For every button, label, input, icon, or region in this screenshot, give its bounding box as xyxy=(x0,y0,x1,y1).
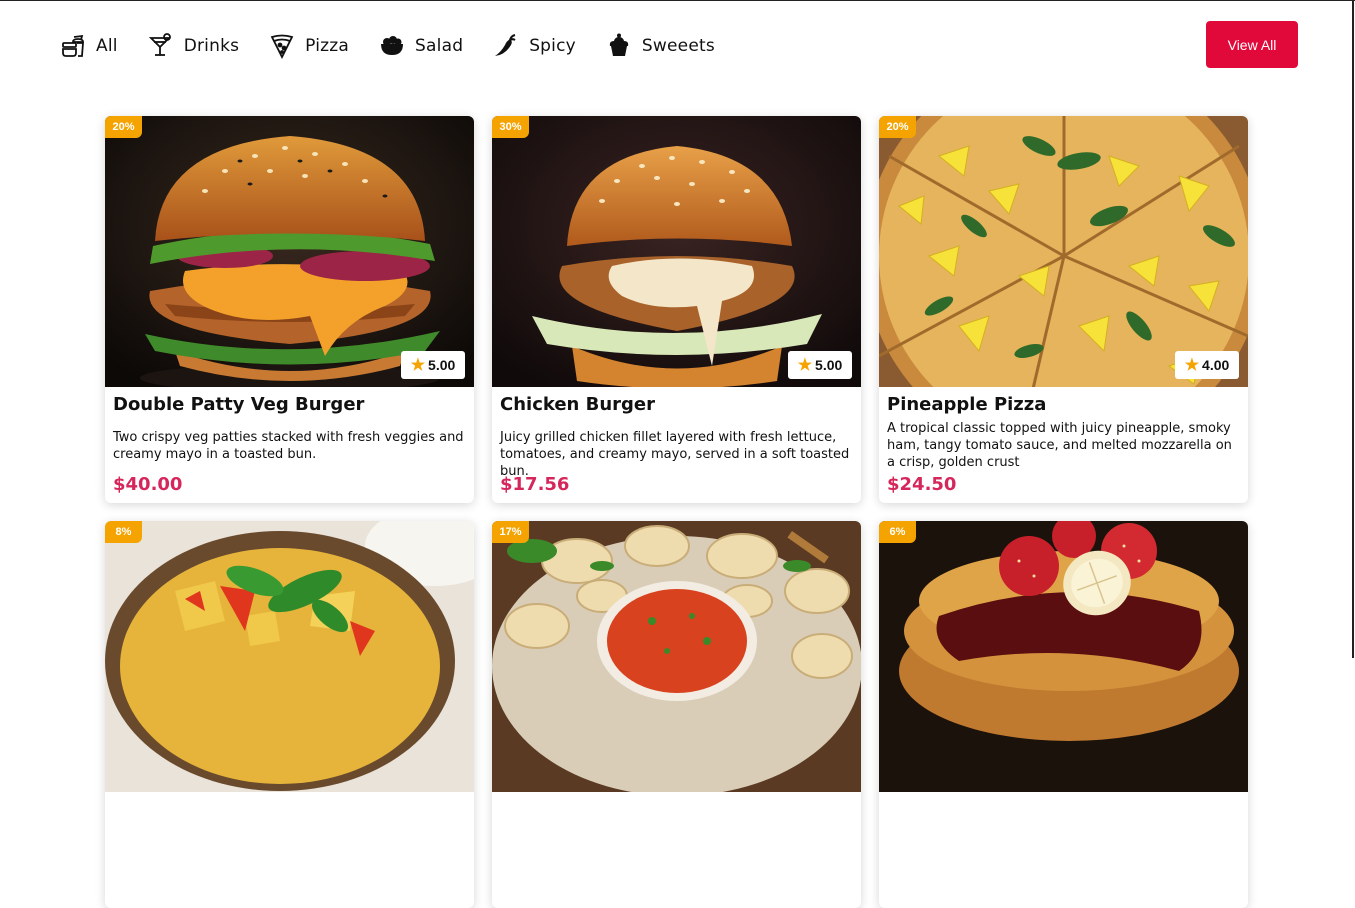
category-nav: All Drinks Pizza Salad Spicy Sweeets xyxy=(60,28,745,64)
product-description: A tropical classic topped with juicy pin… xyxy=(887,421,1232,470)
product-image: 20% ★ 4.00 xyxy=(879,116,1248,387)
category-label: Sweeets xyxy=(641,36,715,56)
product-description: Two crispy veg patties stacked with fres… xyxy=(113,430,464,462)
star-icon: ★ xyxy=(1184,357,1200,374)
view-all-button[interactable]: View All xyxy=(1206,21,1298,68)
chili-pepper-icon xyxy=(495,34,516,56)
category-label: Drinks xyxy=(183,36,240,56)
product-image: 17% xyxy=(492,521,861,792)
category-label: Spicy xyxy=(529,36,576,56)
rating-value: 4.00 xyxy=(1202,357,1230,373)
product-card[interactable]: 20% ★ 5.00 Double Patty Veg Burger Two c… xyxy=(105,116,474,503)
rating-badge: ★ 5.00 xyxy=(788,351,852,379)
discount-badge: 17% xyxy=(492,521,529,543)
product-title[interactable]: Pineapple Pizza xyxy=(887,394,1046,415)
product-price: $24.50 xyxy=(887,474,957,495)
category-all[interactable]: All xyxy=(60,33,118,59)
category-pizza[interactable]: Pizza xyxy=(269,33,349,59)
discount-badge: 20% xyxy=(879,116,916,138)
pizza-slice-icon xyxy=(270,34,294,59)
discount-badge: 30% xyxy=(492,116,529,138)
fast-food-icon xyxy=(62,34,84,57)
category-label: All xyxy=(96,36,118,56)
cupcake-icon xyxy=(609,33,629,56)
product-image: 8% xyxy=(105,521,474,792)
product-card[interactable]: 6% xyxy=(879,521,1248,908)
discount-badge: 20% xyxy=(105,116,142,138)
product-price: $17.56 xyxy=(500,474,570,495)
window-border-top xyxy=(0,0,1355,1)
category-label: Pizza xyxy=(305,36,350,56)
category-salad[interactable]: Salad xyxy=(379,33,463,59)
product-card[interactable]: 17% xyxy=(492,521,861,908)
product-card[interactable]: 30% ★ 5.00 Chicken Burger Juicy grilled … xyxy=(492,116,861,503)
product-image: 30% ★ 5.00 xyxy=(492,116,861,387)
category-sweets[interactable]: Sweeets xyxy=(606,33,715,59)
product-card[interactable]: 20% ★ 4.00 Pineapple Pizza A tropical cl… xyxy=(879,116,1248,503)
product-image: 20% ★ 5.00 xyxy=(105,116,474,387)
product-title[interactable]: Double Patty Veg Burger xyxy=(113,394,364,415)
product-card[interactable]: 8% xyxy=(105,521,474,908)
discount-badge: 6% xyxy=(879,521,916,543)
product-description: Juicy grilled chicken fillet layered wit… xyxy=(500,430,850,479)
product-price: $40.00 xyxy=(113,474,183,495)
rating-badge: ★ 4.00 xyxy=(1175,351,1239,379)
rating-value: 5.00 xyxy=(815,357,843,373)
product-title[interactable]: Chicken Burger xyxy=(500,394,655,415)
salad-bowl-icon xyxy=(381,36,404,55)
rating-badge: ★ 5.00 xyxy=(401,351,465,379)
product-image: 6% xyxy=(879,521,1248,792)
window-border-right xyxy=(1352,0,1354,658)
star-icon: ★ xyxy=(797,357,813,374)
discount-badge: 8% xyxy=(105,521,142,543)
star-icon: ★ xyxy=(410,357,426,374)
category-drinks[interactable]: Drinks xyxy=(148,33,239,59)
category-spicy[interactable]: Spicy xyxy=(493,33,576,59)
cocktail-icon xyxy=(148,33,171,56)
category-label: Salad xyxy=(415,36,464,56)
rating-value: 5.00 xyxy=(428,357,456,373)
